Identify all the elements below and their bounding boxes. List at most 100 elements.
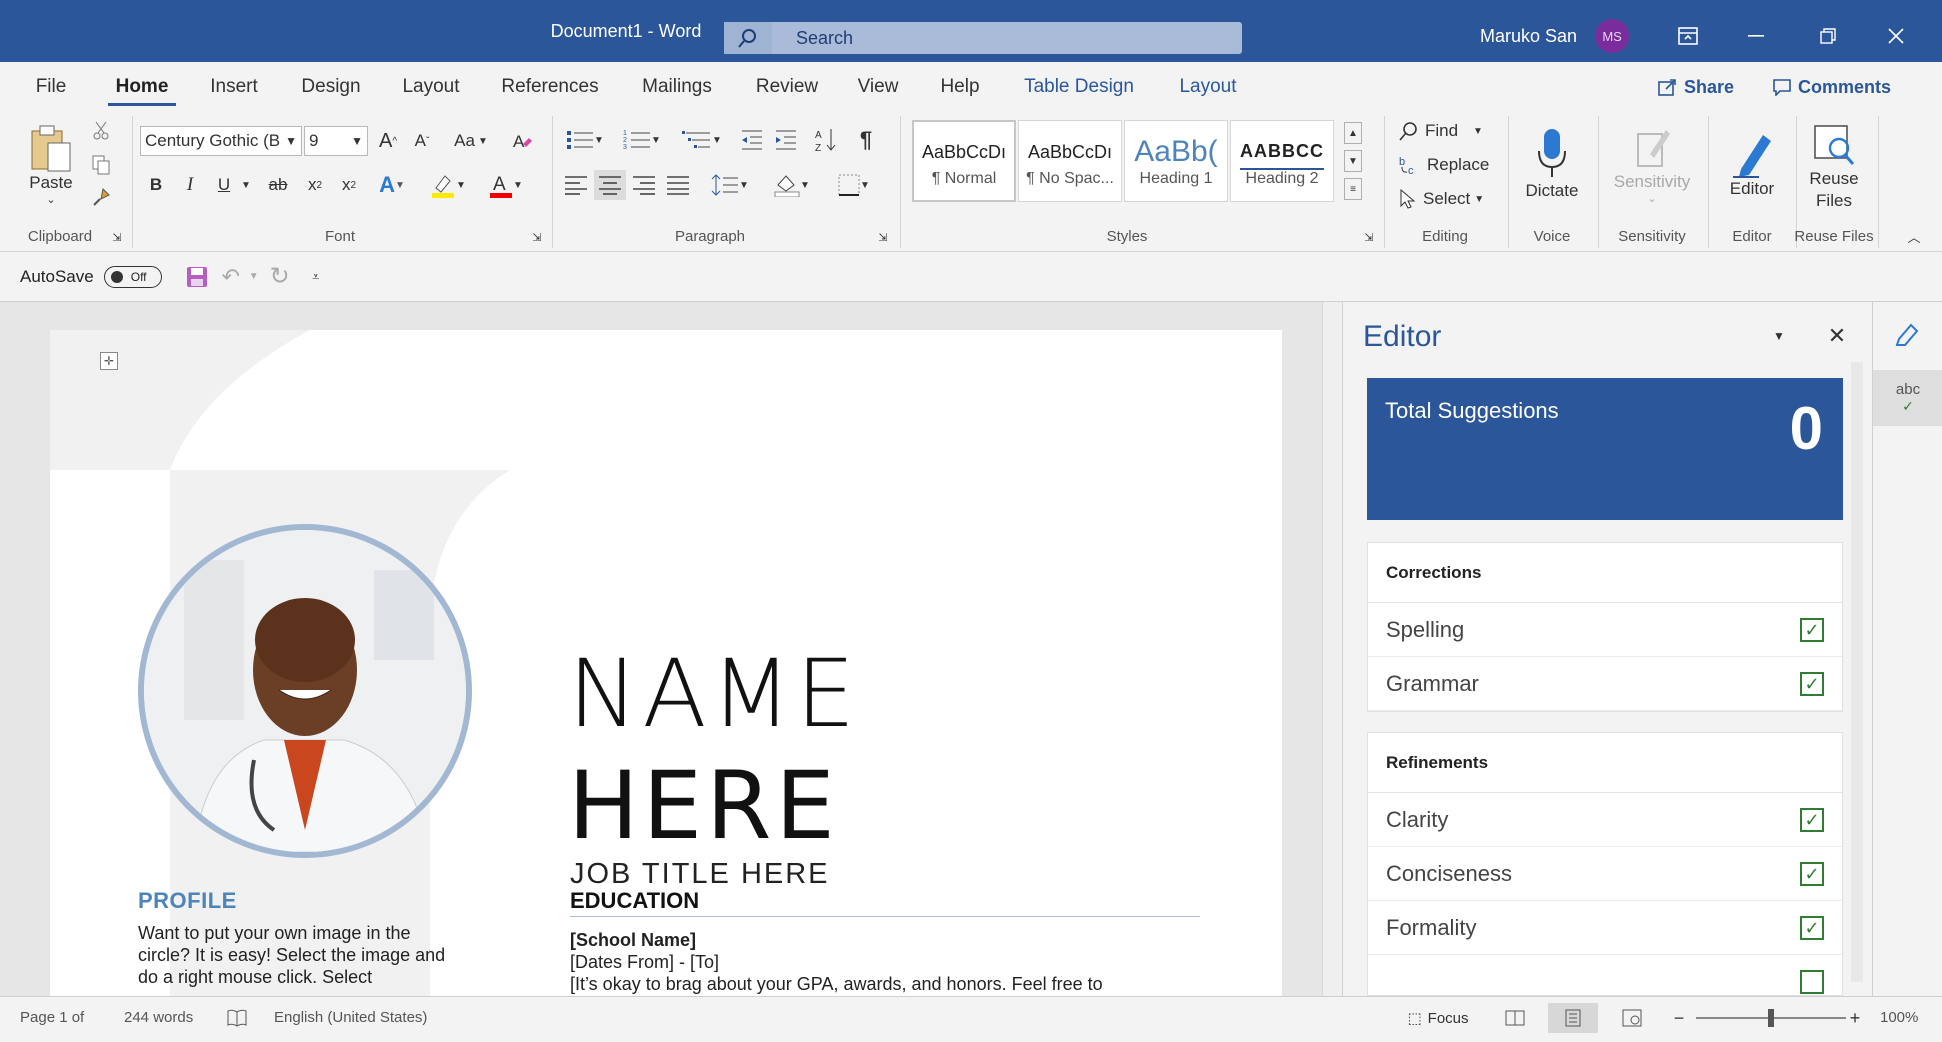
tab-insert[interactable]: Insert bbox=[190, 68, 278, 106]
web-layout-icon[interactable] bbox=[1610, 1003, 1654, 1033]
restore-icon[interactable] bbox=[1796, 14, 1860, 58]
collapse-ribbon-icon[interactable]: ︿ bbox=[1900, 224, 1928, 248]
refinement-more[interactable] bbox=[1368, 955, 1842, 995]
subscript-icon[interactable]: x2 bbox=[300, 170, 330, 200]
copy-icon[interactable] bbox=[86, 150, 116, 180]
clipboard-launcher-icon[interactable]: ⇲ bbox=[108, 228, 126, 246]
style-heading-2[interactable]: AABBCC Heading 2 bbox=[1230, 120, 1334, 202]
tab-design[interactable]: Design bbox=[284, 68, 378, 106]
reuse-files-button[interactable]: Reuse Files bbox=[1804, 114, 1864, 220]
editor-pane-scrollbar[interactable] bbox=[1851, 362, 1863, 982]
align-right-icon[interactable] bbox=[628, 170, 660, 200]
undo-icon[interactable]: ↶ bbox=[216, 259, 246, 295]
tab-review[interactable]: Review bbox=[738, 68, 836, 106]
bullets-icon[interactable]: ▼ bbox=[560, 124, 610, 156]
print-layout-icon[interactable] bbox=[1548, 1003, 1598, 1033]
tab-references[interactable]: References bbox=[484, 68, 616, 106]
styles-more-icon[interactable]: ≡ bbox=[1344, 178, 1362, 200]
tab-mailings[interactable]: Mailings bbox=[620, 68, 734, 106]
sensitivity-button[interactable]: Sensitivity ⌄ bbox=[1604, 114, 1700, 214]
autosave-toggle[interactable]: Off bbox=[103, 265, 162, 288]
vertical-scrollbar[interactable] bbox=[1322, 302, 1342, 996]
tab-help[interactable]: Help bbox=[920, 68, 1000, 106]
table-move-handle-icon[interactable]: ✛ bbox=[100, 352, 118, 370]
align-left-icon[interactable] bbox=[560, 170, 592, 200]
save-icon[interactable] bbox=[178, 259, 216, 295]
zoom-out-icon[interactable]: − bbox=[1666, 1003, 1692, 1033]
user-account[interactable]: Maruko San MS bbox=[1480, 14, 1630, 58]
close-pane-icon[interactable]: ✕ bbox=[1815, 316, 1859, 356]
sort-icon[interactable]: AZ bbox=[810, 124, 842, 156]
font-size-select[interactable]: 9 ▼ bbox=[304, 126, 368, 156]
increase-indent-icon[interactable] bbox=[770, 124, 802, 156]
underline-options-icon[interactable]: ▼ bbox=[238, 170, 254, 200]
correction-spelling[interactable]: Spelling ✓ bbox=[1368, 603, 1842, 657]
paste-button[interactable]: Paste ⌄ bbox=[18, 114, 84, 214]
cut-icon[interactable] bbox=[86, 116, 116, 146]
font-launcher-icon[interactable]: ⇲ bbox=[528, 228, 546, 246]
undo-options-icon[interactable]: ▼ bbox=[246, 259, 262, 295]
zoom-level[interactable]: 100% bbox=[1880, 1009, 1918, 1026]
tab-view[interactable]: View bbox=[840, 68, 916, 106]
show-formatting-marks-icon[interactable]: ¶ bbox=[850, 124, 882, 156]
profile-photo[interactable] bbox=[138, 524, 472, 858]
redo-icon[interactable]: ↻ bbox=[262, 259, 298, 295]
select-button[interactable]: Select ▼ bbox=[1394, 184, 1498, 214]
customize-toolbar-icon[interactable]: ⩡ bbox=[298, 259, 334, 295]
zoom-in-icon[interactable]: + bbox=[1842, 1003, 1868, 1033]
superscript-icon[interactable]: x2 bbox=[334, 170, 364, 200]
multilevel-list-icon[interactable]: ▼ bbox=[674, 124, 730, 156]
line-spacing-icon[interactable]: ▼ bbox=[702, 170, 758, 200]
change-case-button[interactable]: Aa ▼ bbox=[444, 126, 498, 156]
document-page[interactable]: ✛ PROFILE Want to put your own image in … bbox=[50, 330, 1282, 1010]
pane-options-icon[interactable]: ▼ bbox=[1757, 316, 1801, 356]
shrink-font-icon[interactable]: Aˇ bbox=[406, 126, 438, 156]
page-count[interactable]: Page 1 of bbox=[20, 1009, 84, 1026]
styles-launcher-icon[interactable]: ⇲ bbox=[1360, 228, 1378, 246]
find-options-icon[interactable]: ▼ bbox=[1468, 116, 1488, 146]
font-family-select[interactable]: Century Gothic (B ▼ bbox=[140, 126, 302, 156]
style-no-spacing[interactable]: AaBbCcDı ¶ No Spac... bbox=[1018, 120, 1122, 202]
correction-grammar[interactable]: Grammar ✓ bbox=[1368, 657, 1842, 711]
read-mode-icon[interactable] bbox=[1494, 1003, 1536, 1033]
refinement-clarity[interactable]: Clarity ✓ bbox=[1368, 793, 1842, 847]
zoom-slider-thumb[interactable] bbox=[1768, 1009, 1774, 1027]
search-box[interactable]: Search bbox=[724, 22, 1242, 54]
tab-home[interactable]: Home bbox=[96, 68, 188, 106]
borders-icon[interactable]: ▼ bbox=[826, 170, 882, 200]
language[interactable]: English (United States) bbox=[274, 1009, 427, 1026]
share-button[interactable]: Share bbox=[1658, 70, 1746, 104]
text-effects-icon[interactable]: A ▼ bbox=[370, 170, 414, 200]
tab-file[interactable]: File bbox=[14, 68, 88, 106]
italic-icon[interactable]: I bbox=[176, 170, 204, 200]
styles-scroll-up-icon[interactable]: ▲ bbox=[1344, 122, 1362, 144]
underline-icon[interactable]: U bbox=[210, 170, 238, 200]
paragraph-launcher-icon[interactable]: ⇲ bbox=[874, 228, 892, 246]
style-heading-1[interactable]: AaBb( Heading 1 bbox=[1124, 120, 1228, 202]
tab-table-layout[interactable]: Layout bbox=[1160, 68, 1256, 106]
decrease-indent-icon[interactable] bbox=[736, 124, 768, 156]
clear-formatting-icon[interactable]: A bbox=[506, 126, 538, 156]
word-count[interactable]: 244 words bbox=[124, 1009, 193, 1026]
bold-icon[interactable]: B bbox=[142, 170, 170, 200]
comments-button[interactable]: Comments bbox=[1772, 70, 1912, 104]
editor-button[interactable]: Editor bbox=[1714, 114, 1790, 214]
align-center-icon[interactable] bbox=[594, 170, 626, 200]
highlight-color-icon[interactable]: ▼ bbox=[424, 170, 472, 200]
refinement-conciseness[interactable]: Conciseness ✓ bbox=[1368, 847, 1842, 901]
ribbon-display-options-icon[interactable] bbox=[1656, 14, 1720, 58]
tab-layout[interactable]: Layout bbox=[382, 68, 480, 106]
refinement-formality[interactable]: Formality ✓ bbox=[1368, 901, 1842, 955]
proofing-icon[interactable] bbox=[222, 1003, 252, 1033]
autosave-control[interactable]: AutoSave Off bbox=[20, 265, 162, 288]
styles-scroll-down-icon[interactable]: ▼ bbox=[1344, 150, 1362, 172]
spelling-rail-button[interactable]: abc ✓ bbox=[1873, 370, 1942, 426]
shading-icon[interactable]: ▼ bbox=[764, 170, 820, 200]
style-normal[interactable]: AaBbCcDı ¶ Normal bbox=[912, 120, 1016, 202]
font-color-icon[interactable]: A ▼ bbox=[482, 170, 530, 200]
grow-font-icon[interactable]: A ^ bbox=[372, 126, 404, 156]
numbering-icon[interactable]: 1 2 3 ▼ bbox=[616, 124, 668, 156]
tab-table-design[interactable]: Table Design bbox=[1004, 68, 1154, 106]
minimize-icon[interactable] bbox=[1724, 14, 1788, 58]
format-painter-icon[interactable] bbox=[86, 182, 116, 212]
